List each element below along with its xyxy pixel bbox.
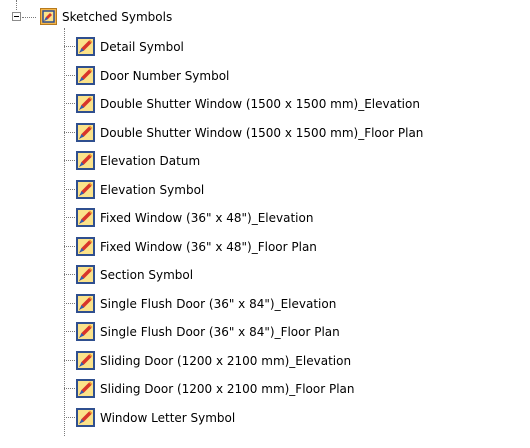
sketched-symbols-tree: Sketched Symbols Detail Symbol Door Numbe… xyxy=(0,0,530,448)
tree-node-label: Sliding Door (1200 x 2100 mm)_Elevation xyxy=(100,353,352,368)
tree-connector xyxy=(64,46,75,47)
tree-node-label: Double Shutter Window (1500 x 1500 mm)_F… xyxy=(100,125,424,140)
tree-connector xyxy=(64,302,75,304)
tree-node-fixed-window-36-x-48-elevation[interactable]: Fixed Window (36" x 48")_Elevation xyxy=(0,206,530,230)
sketched-symbol-icon xyxy=(76,65,95,85)
tree-connector xyxy=(64,245,75,247)
tree-node-label: Window Letter Symbol xyxy=(100,410,236,425)
sketched-symbol-icon xyxy=(76,236,95,256)
tree-node-elevation-symbol[interactable]: Elevation Symbol xyxy=(0,178,530,202)
tree-connector xyxy=(64,131,75,133)
tree-connector xyxy=(64,331,75,332)
tree-node-sliding-door-1200-x-2100-mm-floor-plan[interactable]: Sliding Door (1200 x 2100 mm)_Floor Plan xyxy=(0,377,530,401)
tree-node-label: Elevation Symbol xyxy=(100,182,205,197)
tree-node-double-shutter-window-1500-x-1500-mm-floor-plan[interactable]: Double Shutter Window (1500 x 1500 mm)_F… xyxy=(0,121,530,145)
sketched-symbol-icon xyxy=(76,179,95,199)
tree-node-label: Double Shutter Window (1500 x 1500 mm)_E… xyxy=(100,97,420,111)
tree-node-label: Fixed Window (36" x 48")_Elevation xyxy=(100,211,314,225)
tree-connector xyxy=(64,74,75,76)
tree-connector xyxy=(64,274,75,275)
tree-node-window-letter-symbol[interactable]: Window Letter Symbol xyxy=(0,406,530,430)
sketched-symbol-icon xyxy=(76,208,95,227)
tree-connector xyxy=(64,359,75,361)
tree-connector xyxy=(64,160,75,161)
tree-node-label: Fixed Window (36" x 48")_Floor Plan xyxy=(100,239,317,254)
tree-connector xyxy=(64,188,75,190)
tree-node-label: Elevation Datum xyxy=(100,154,201,168)
tree-node-sketched-symbols[interactable]: Sketched Symbols xyxy=(0,6,530,30)
sketched-symbol-icon xyxy=(76,94,95,113)
tree-connector xyxy=(64,388,75,389)
tree-node-label: Sketched Symbols xyxy=(62,10,173,24)
sketched-symbol-icon xyxy=(76,322,95,341)
sketched-symbol-icon xyxy=(76,37,95,56)
sketched-symbol-icon xyxy=(76,122,95,142)
sketched-symbol-icon xyxy=(76,350,95,370)
tree-node-door-number-symbol[interactable]: Door Number Symbol xyxy=(0,64,530,88)
tree-node-double-shutter-window-1500-x-1500-mm-elevation[interactable]: Double Shutter Window (1500 x 1500 mm)_E… xyxy=(0,92,530,116)
sketched-symbols-folder-icon xyxy=(40,8,57,25)
tree-node-label: Section Symbol xyxy=(100,268,194,282)
tree-node-detail-symbol[interactable]: Detail Symbol xyxy=(0,35,530,59)
tree-node-label: Single Flush Door (36" x 84")_Floor Plan xyxy=(100,325,340,339)
tree-connector xyxy=(64,103,75,104)
tree-node-label: Door Number Symbol xyxy=(100,68,230,83)
tree-node-label: Single Flush Door (36" x 84")_Elevation xyxy=(100,296,337,311)
tree-connector xyxy=(64,217,75,218)
tree-node-label: Sliding Door (1200 x 2100 mm)_Floor Plan xyxy=(100,382,355,396)
sketched-symbol-icon xyxy=(76,151,95,170)
tree-node-label: Detail Symbol xyxy=(100,40,184,54)
sketched-symbol-icon xyxy=(76,407,95,427)
tree-node-elevation-datum[interactable]: Elevation Datum xyxy=(0,149,530,173)
tree-node-single-flush-door-36-x-84-floor-plan[interactable]: Single Flush Door (36" x 84")_Floor Plan xyxy=(0,320,530,344)
tree-connector xyxy=(22,17,36,18)
tree-node-sliding-door-1200-x-2100-mm-elevation[interactable]: Sliding Door (1200 x 2100 mm)_Elevation xyxy=(0,349,530,373)
sketched-symbol-icon xyxy=(76,293,95,313)
tree-guide-line-children xyxy=(64,28,65,436)
tree-node-section-symbol[interactable]: Section Symbol xyxy=(0,263,530,287)
tree-node-single-flush-door-36-x-84-elevation[interactable]: Single Flush Door (36" x 84")_Elevation xyxy=(0,292,530,316)
tree-node-fixed-window-36-x-48-floor-plan[interactable]: Fixed Window (36" x 48")_Floor Plan xyxy=(0,235,530,259)
tree-connector xyxy=(64,416,75,418)
sketched-symbol-icon xyxy=(76,379,95,398)
collapse-toggle-icon[interactable] xyxy=(12,12,21,21)
sketched-symbol-icon xyxy=(76,265,95,284)
